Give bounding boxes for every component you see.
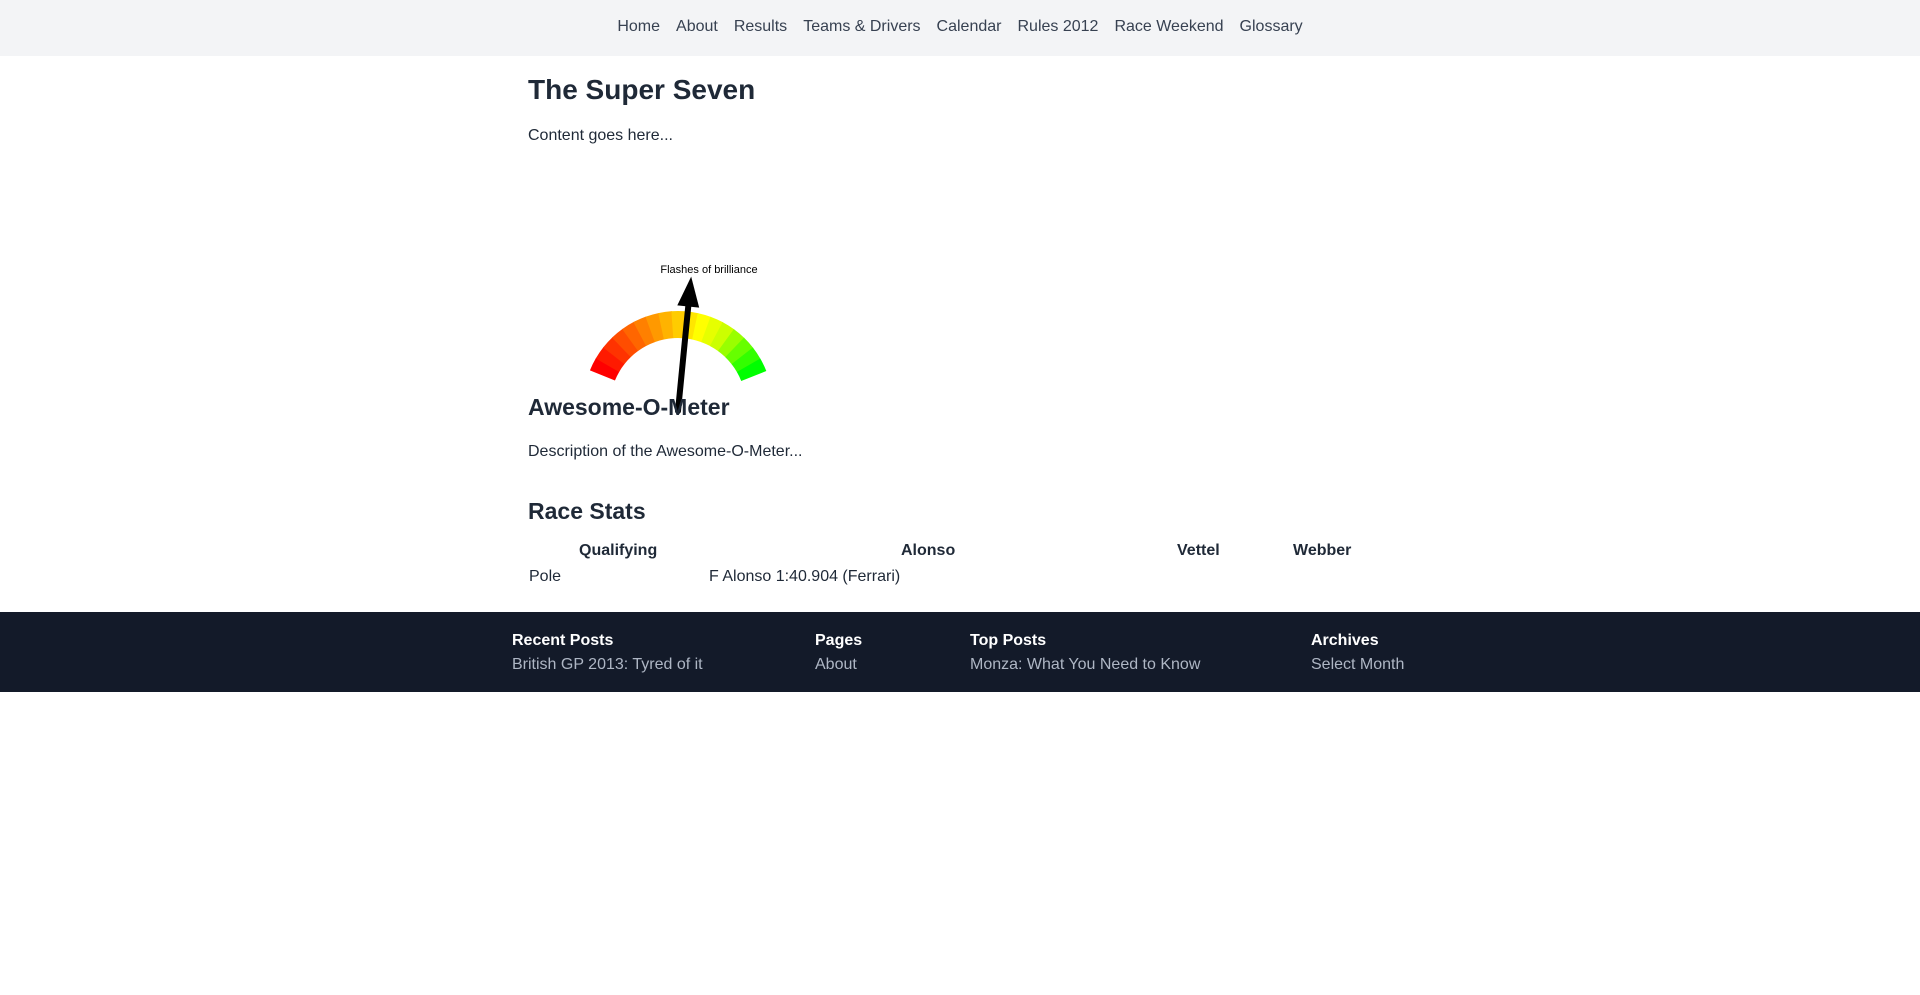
nav-race-weekend-link[interactable]: Race Weekend: [1114, 18, 1223, 36]
nav-links: Home About Results Teams & Drivers Calen…: [0, 18, 1920, 36]
footer-link[interactable]: About: [815, 656, 862, 674]
footer-heading: Pages: [815, 632, 863, 649]
nav-glossary-link[interactable]: Glossary: [1240, 18, 1303, 36]
header-vettel: Vettel: [1177, 542, 1220, 559]
footer-link[interactable]: British GP 2013: Tyred of it: [512, 656, 703, 674]
nav-results-link[interactable]: Results: [734, 18, 787, 36]
gauge-label: Flashes of brilliance: [660, 264, 757, 276]
footer-heading: Top Posts: [970, 632, 1047, 649]
nav-home-link[interactable]: Home: [617, 18, 660, 36]
page-content: Content goes here...: [528, 127, 673, 144]
footer-heading: Recent Posts: [512, 632, 614, 649]
gauge-arc: [589, 311, 767, 381]
footer-link[interactable]: Monza: What You Need to Know: [970, 656, 1200, 674]
footer: Recent Posts British GP 2013: Tyred of i…: [0, 612, 1920, 692]
footer-heading: Archives: [1311, 632, 1379, 649]
needle-head: [677, 276, 700, 308]
pole-alonso-cell: F Alonso 1:40.904 (Ferrari): [709, 568, 901, 585]
footer-pages: Pages About: [815, 632, 862, 674]
nav-teams-drivers-link[interactable]: Teams & Drivers: [803, 18, 920, 36]
page-title: The Super Seven: [528, 74, 756, 105]
nav-about-link[interactable]: About: [676, 18, 718, 36]
nav-rules-2012-link[interactable]: Rules 2012: [1017, 18, 1098, 36]
meter-description: Description of the Awesome-O-Meter...: [528, 443, 803, 460]
nav-calendar-link[interactable]: Calendar: [937, 18, 1002, 36]
footer-top-posts: Top Posts Monza: What You Need to Know: [970, 632, 1200, 674]
header-qualifying: Qualifying: [579, 542, 658, 559]
header-alonso: Alonso: [901, 542, 956, 559]
row-label-pole: Pole: [529, 568, 562, 585]
meter-title: Awesome-O-Meter: [528, 394, 730, 420]
gauge-needle: [675, 276, 700, 414]
header-webber: Webber: [1293, 542, 1352, 559]
footer-recent-posts: Recent Posts British GP 2013: Tyred of i…: [512, 632, 703, 674]
race-stats-title: Race Stats: [528, 498, 646, 524]
awesome-o-meter-gauge: Flashes of brilliance: [589, 264, 767, 414]
footer-archives: Archives Select Month: [1311, 632, 1404, 674]
footer-link[interactable]: Select Month: [1311, 656, 1404, 674]
top-navigation: Home About Results Teams & Drivers Calen…: [0, 0, 1920, 56]
